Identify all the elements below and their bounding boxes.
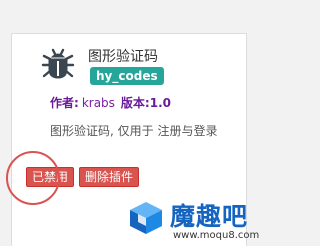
plugin-meta: 作者: krabs 版本:1.0 [50, 94, 171, 111]
bug-icon [41, 48, 75, 79]
author-name: krabs [81, 96, 115, 110]
plugin-name: 图形验证码 [88, 49, 158, 65]
delete-plugin-button[interactable]: 删除插件 [79, 167, 140, 187]
watermark-url: www.moqu8.com [173, 230, 260, 241]
cube-logo-icon [130, 202, 162, 234]
version-value: 1.0 [149, 96, 171, 110]
plugin-code-badge: hy_codes [90, 67, 164, 85]
watermark: 魔趣吧 www.moqu8.com [128, 197, 276, 246]
highlight-circle-annotation [6, 151, 60, 205]
watermark-brand: 魔趣吧 [170, 202, 249, 231]
version-label: 版本: [120, 96, 150, 110]
plugin-description: 图形验证码, 仅用于 注册与登录 [50, 124, 218, 138]
author-label: 作者: [50, 96, 79, 110]
